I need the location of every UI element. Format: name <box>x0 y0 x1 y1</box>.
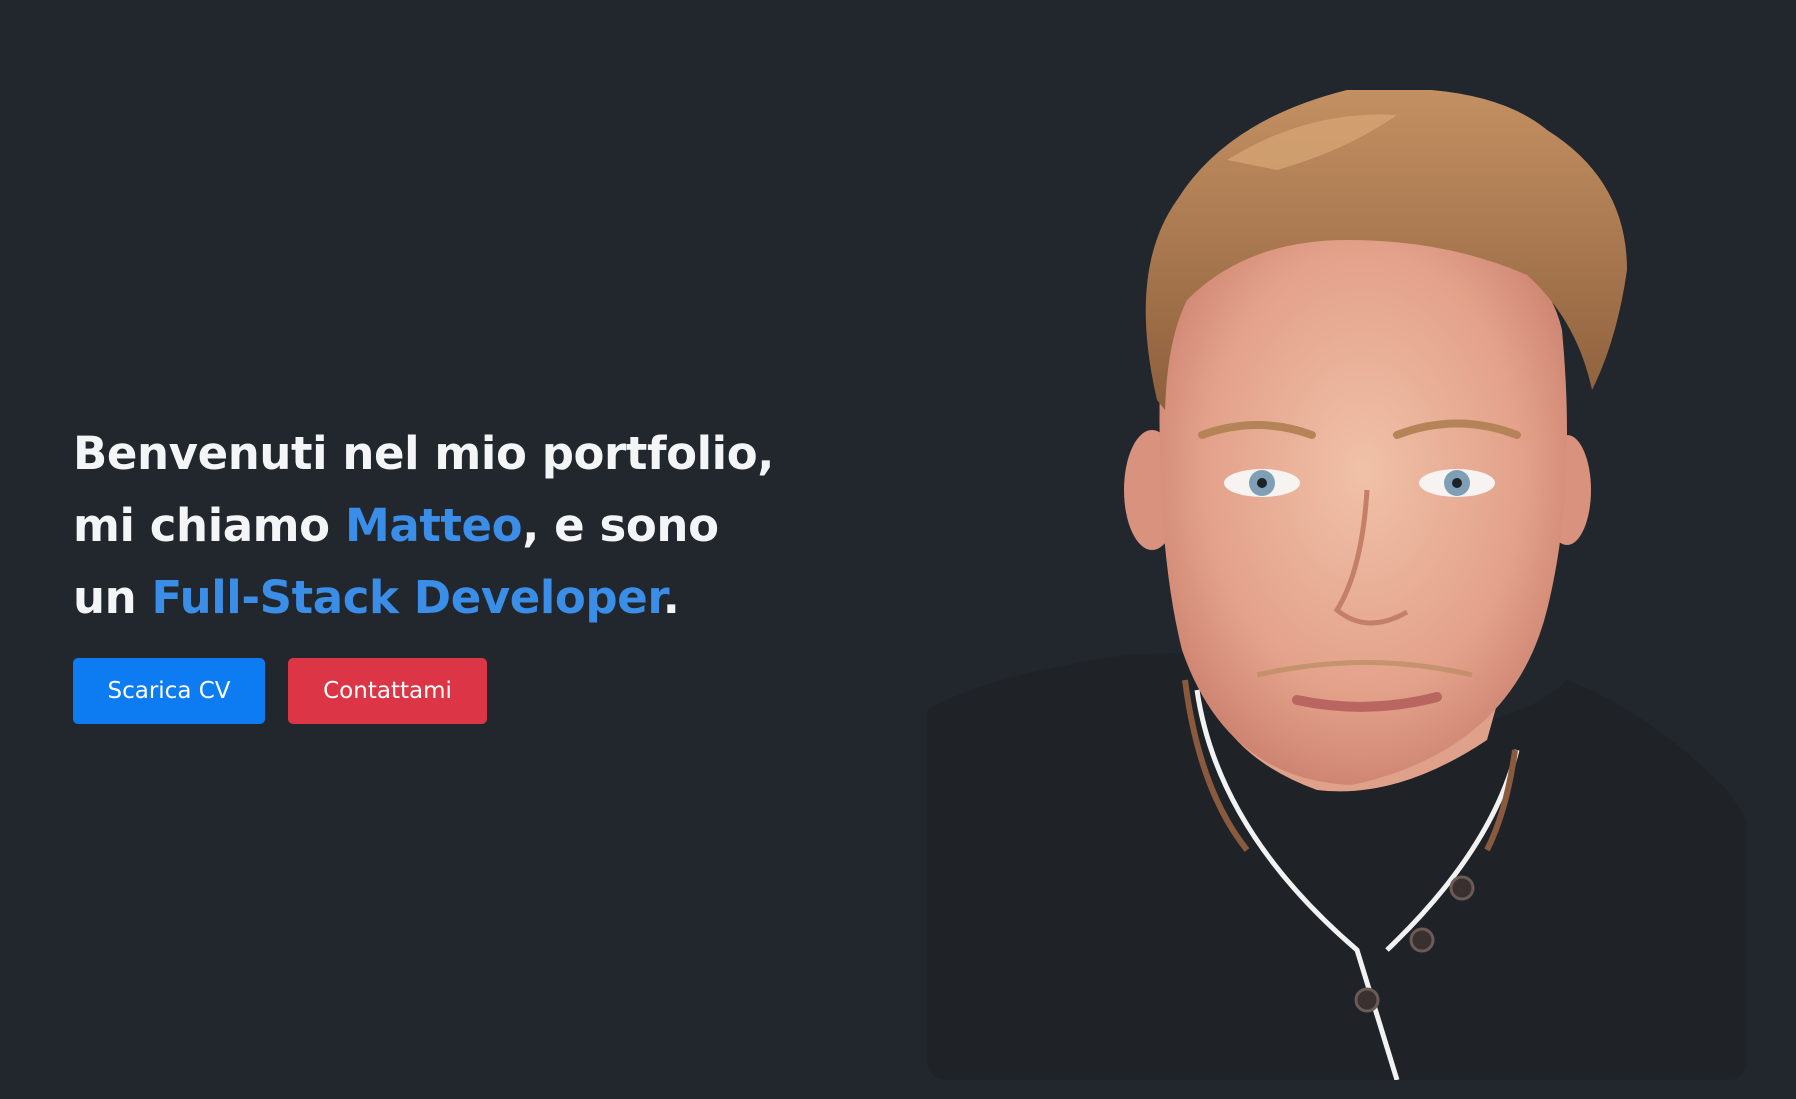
headline-line-2-start: mi chiamo <box>73 499 345 552</box>
hero-headline: Benvenuti nel mio portfolio, mi chiamo M… <box>73 418 833 634</box>
contact-button[interactable]: Contattami <box>288 658 487 724</box>
profile-photo <box>927 90 1747 1080</box>
owner-role: Full-Stack Developer <box>151 571 664 624</box>
headline-line-2-end: , e sono <box>522 499 719 552</box>
headline-line-3-end: . <box>662 571 680 624</box>
download-cv-button[interactable]: Scarica CV <box>73 658 265 724</box>
profile-photo-icon <box>927 90 1747 1080</box>
headline-line-1: Benvenuti nel mio portfolio, <box>73 427 774 480</box>
hero-actions: Scarica CV Contattami <box>73 658 487 724</box>
intro-text: Benvenuti nel mio portfolio, mi chiamo M… <box>73 418 833 634</box>
owner-name: Matteo <box>344 499 523 552</box>
headline-line-3-start: un <box>73 571 152 624</box>
hero-section: Benvenuti nel mio portfolio, mi chiamo M… <box>0 0 1796 1099</box>
